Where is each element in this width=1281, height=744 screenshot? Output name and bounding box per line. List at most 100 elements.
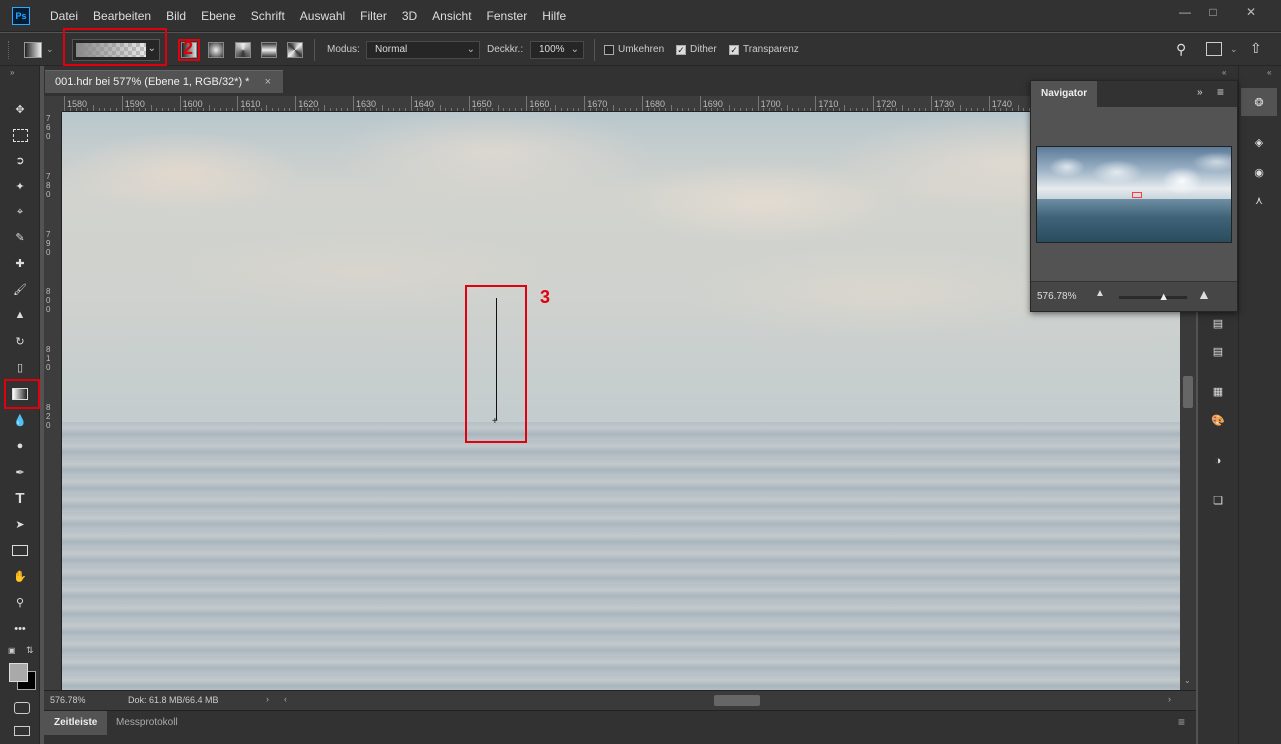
marquee-tool-icon[interactable] bbox=[0, 122, 40, 148]
scroll-right-icon[interactable]: › bbox=[1168, 694, 1171, 704]
vertical-ruler[interactable]: 7 6 0 7 8 0 7 9 0 8 0 0 8 1 0 8 2 0 bbox=[44, 112, 62, 690]
layers-icon[interactable]: ◈ bbox=[1239, 128, 1279, 156]
diamond-gradient-icon[interactable] bbox=[287, 42, 303, 58]
zoom-tool-icon[interactable]: ⚲ bbox=[0, 589, 40, 615]
ruler-tick bbox=[121, 96, 123, 111]
divider bbox=[594, 39, 595, 61]
ruler-minor-tick bbox=[959, 105, 961, 111]
channels-icon[interactable]: ◉ bbox=[1239, 158, 1279, 186]
screen-mode-icon[interactable] bbox=[14, 726, 30, 736]
annotation-label-2: 2 bbox=[183, 38, 194, 58]
close-window-icon[interactable]: ✕ bbox=[1238, 3, 1264, 21]
reflected-gradient-icon[interactable] bbox=[261, 42, 277, 58]
menu-bar: Ps Datei Bearbeiten Bild Ebene Schrift A… bbox=[0, 0, 1281, 32]
zoom-out-icon[interactable]: ▲ bbox=[1095, 288, 1105, 299]
default-colors-icon[interactable]: ▣ bbox=[8, 646, 16, 655]
panel-menu-icon[interactable]: ≡ bbox=[1178, 715, 1185, 729]
3d-icon[interactable]: ❏ bbox=[1198, 486, 1238, 514]
more-tools-icon[interactable]: ••• bbox=[0, 616, 40, 642]
workspace-icon[interactable] bbox=[1206, 42, 1222, 56]
modus-value: Normal bbox=[375, 44, 408, 55]
swap-colors-icon[interactable]: ⇅ bbox=[26, 645, 34, 656]
menu-3d[interactable]: 3D bbox=[402, 0, 417, 32]
adjustments-icon[interactable]: ◑ bbox=[1198, 447, 1238, 475]
maximize-icon[interactable]: □ bbox=[1200, 3, 1226, 21]
quick-mask-icon[interactable] bbox=[14, 702, 30, 714]
paths-icon[interactable]: ⋏ bbox=[1239, 186, 1279, 214]
horizontal-scroll-thumb[interactable] bbox=[714, 695, 760, 706]
search-icon[interactable]: ⚲ bbox=[1176, 41, 1186, 58]
menu-auswahl[interactable]: Auswahl bbox=[300, 0, 345, 32]
hand-tool-icon[interactable]: ✋ bbox=[0, 563, 40, 589]
menu-ansicht[interactable]: Ansicht bbox=[432, 0, 471, 32]
history-brush-tool-icon[interactable]: ↻ bbox=[0, 328, 40, 354]
ruler-tick bbox=[179, 96, 181, 111]
dodge-tool-icon[interactable]: ● bbox=[0, 433, 40, 459]
path-selection-tool-icon[interactable]: ➤ bbox=[0, 511, 40, 537]
document-tab[interactable]: 001.hdr bei 577% (Ebene 1, RGB/32*) * × bbox=[45, 70, 283, 93]
ruler-minor-tick bbox=[555, 105, 557, 111]
color-palette-icon[interactable]: 🎨 bbox=[1198, 406, 1238, 434]
ruler-minor-tick bbox=[266, 105, 268, 111]
menu-ebene[interactable]: Ebene bbox=[201, 0, 236, 32]
navigator-view-box[interactable] bbox=[1132, 192, 1142, 198]
status-menu-icon[interactable]: › bbox=[266, 694, 269, 704]
ruler-tick bbox=[873, 96, 875, 111]
navigator-thumbnail[interactable] bbox=[1036, 146, 1232, 243]
stamp-tool-icon[interactable]: ▲ bbox=[0, 302, 40, 328]
menu-hilfe[interactable]: Hilfe bbox=[542, 0, 566, 32]
crop-tool-icon[interactable]: ⌖ bbox=[0, 199, 40, 225]
move-tool-icon[interactable]: ✥ bbox=[0, 96, 40, 122]
deckkraft-input[interactable]: 100% ⌄ bbox=[530, 41, 584, 59]
lasso-tool-icon[interactable]: ➲ bbox=[0, 147, 40, 173]
menu-filter[interactable]: Filter bbox=[360, 0, 387, 32]
properties-icon[interactable]: ▤ bbox=[1198, 309, 1238, 337]
collapse-dock-icon[interactable]: « bbox=[1222, 68, 1226, 77]
healing-brush-tool-icon[interactable]: ✚ bbox=[0, 250, 40, 276]
collapse-panel-icon[interactable]: » bbox=[1197, 87, 1203, 98]
scroll-left-icon[interactable]: ‹ bbox=[284, 694, 287, 704]
umkehren-checkbox[interactable]: Umkehren bbox=[604, 44, 664, 55]
horizontal-ruler[interactable]: 1580 1590 1600 1610 1620 1630 1640 1650 1660 1670… bbox=[62, 96, 1180, 112]
scroll-down-icon[interactable]: ⌄ bbox=[1184, 676, 1191, 685]
dither-checkbox[interactable]: ✓ Dither bbox=[676, 44, 717, 55]
navigator-dock-icon[interactable]: ❂ bbox=[1241, 88, 1277, 116]
radial-gradient-icon[interactable] bbox=[208, 42, 224, 58]
menu-bild[interactable]: Bild bbox=[166, 0, 186, 32]
zoom-slider-thumb[interactable]: ▲ bbox=[1158, 292, 1169, 303]
brush-tool-icon[interactable]: 🖌 bbox=[0, 276, 40, 302]
blur-tool-icon[interactable]: 💧 bbox=[0, 407, 40, 433]
status-zoom[interactable]: 576.78% bbox=[50, 695, 86, 705]
navigator-tab[interactable]: Navigator bbox=[1031, 81, 1098, 107]
transparenz-checkbox[interactable]: ✓ Transparenz bbox=[729, 44, 799, 55]
eyedropper-tool-icon[interactable]: ✎ bbox=[0, 224, 40, 250]
close-tab-icon[interactable]: × bbox=[265, 71, 271, 94]
collapse-toolbar-icon[interactable]: » bbox=[10, 68, 14, 77]
tab-messprotokoll[interactable]: Messprotokoll bbox=[106, 711, 188, 735]
workspace-chevron-icon[interactable]: ⌄ bbox=[1230, 44, 1238, 55]
modus-select[interactable]: Normal ⌄ bbox=[366, 41, 480, 59]
menu-schrift[interactable]: Schrift bbox=[251, 0, 285, 32]
tab-zeitleiste[interactable]: Zeitleiste bbox=[44, 711, 108, 735]
panel-menu-icon[interactable]: ≡ bbox=[1217, 85, 1224, 99]
notes-icon[interactable]: ▤ bbox=[1198, 337, 1238, 365]
navigator-zoom-value[interactable]: 576.78% bbox=[1037, 291, 1076, 302]
angle-gradient-icon[interactable] bbox=[235, 42, 251, 58]
collapse-dock-icon[interactable]: « bbox=[1267, 68, 1271, 77]
menu-fenster[interactable]: Fenster bbox=[487, 0, 528, 32]
foreground-color-swatch[interactable] bbox=[9, 663, 28, 682]
magic-wand-tool-icon[interactable]: ✦ bbox=[0, 173, 40, 199]
type-tool-icon[interactable]: T bbox=[0, 485, 40, 511]
grid-icon[interactable]: ▦ bbox=[1198, 377, 1238, 405]
pen-tool-icon[interactable]: ✒ bbox=[0, 459, 40, 485]
zoom-in-icon[interactable]: ▲ bbox=[1197, 286, 1211, 302]
eraser-tool-icon[interactable]: ▯ bbox=[0, 354, 40, 380]
zoom-slider-track[interactable] bbox=[1119, 296, 1187, 299]
share-icon[interactable]: ⇧ bbox=[1250, 40, 1262, 57]
tool-preset-gradient-icon[interactable] bbox=[24, 42, 42, 58]
rectangle-tool-icon[interactable] bbox=[0, 537, 40, 563]
vertical-scroll-thumb[interactable] bbox=[1183, 376, 1193, 408]
document-canvas[interactable]: + bbox=[62, 112, 1180, 690]
minimize-icon[interactable]: — bbox=[1172, 3, 1198, 21]
tool-preset-chevron-icon[interactable]: ⌄ bbox=[46, 44, 54, 55]
